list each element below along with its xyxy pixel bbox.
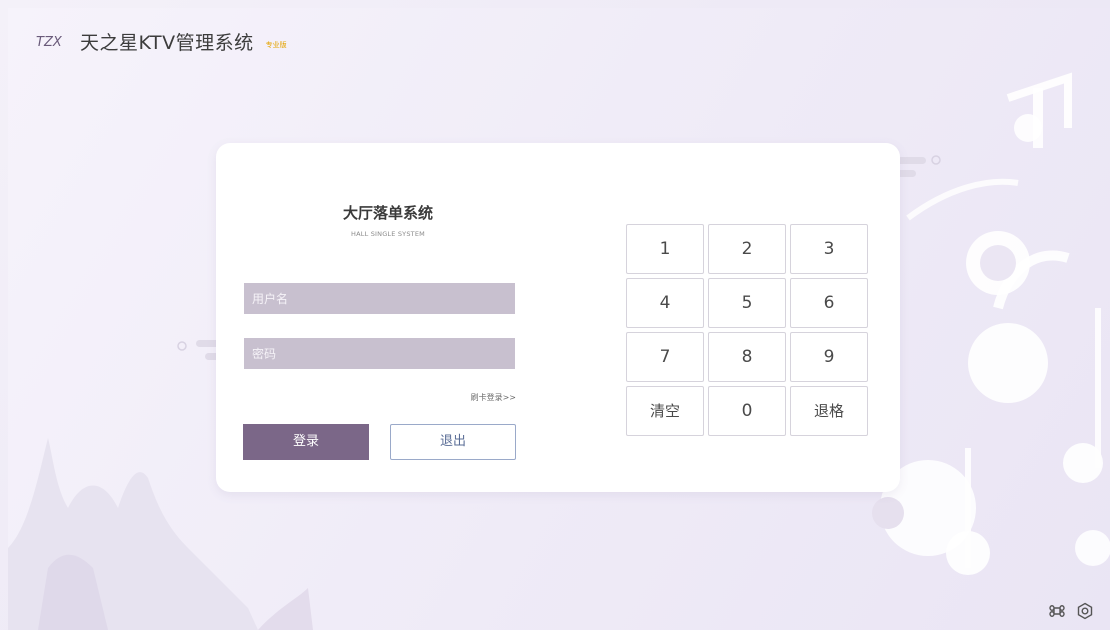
key-3[interactable]: 3	[790, 224, 868, 274]
key-backspace[interactable]: 退格	[790, 386, 868, 436]
key-clear[interactable]: 清空	[626, 386, 704, 436]
login-button[interactable]: 登录	[243, 424, 369, 460]
app-title: 天之星KTV管理系统	[80, 31, 254, 54]
key-1[interactable]: 1	[626, 224, 704, 274]
system-subtitle: HALL SINGLE SYSTEM	[351, 230, 425, 238]
username-input[interactable]	[244, 283, 515, 314]
key-6[interactable]: 6	[790, 278, 868, 328]
app-background: TZX 天之星KTV管理系统 专业版 大厅落单系统 HALL SINGLE SY…	[8, 8, 1110, 630]
password-input[interactable]	[244, 338, 515, 369]
svg-text:TZX: TZX	[36, 35, 63, 50]
key-7[interactable]: 7	[626, 332, 704, 382]
footer-icons	[1048, 602, 1094, 620]
tzx-logo-icon: TZX	[36, 35, 63, 50]
key-5[interactable]: 5	[708, 278, 786, 328]
command-icon[interactable]	[1048, 602, 1066, 620]
exit-button[interactable]: 退出	[390, 424, 516, 460]
key-8[interactable]: 8	[708, 332, 786, 382]
settings-icon[interactable]	[1076, 602, 1094, 620]
app-logo: TZX 天之星KTV管理系统 专业版	[36, 26, 287, 56]
key-2[interactable]: 2	[708, 224, 786, 274]
key-9[interactable]: 9	[790, 332, 868, 382]
swipe-card-login-link[interactable]: 刷卡登录>>	[471, 392, 516, 403]
login-card: 大厅落单系统 HALL SINGLE SYSTEM 刷卡登录>> 登录 退出 1…	[216, 143, 900, 492]
key-4[interactable]: 4	[626, 278, 704, 328]
key-0[interactable]: 0	[708, 386, 786, 436]
system-title: 大厅落单系统	[342, 204, 433, 222]
edition-badge: 专业版	[265, 41, 287, 49]
